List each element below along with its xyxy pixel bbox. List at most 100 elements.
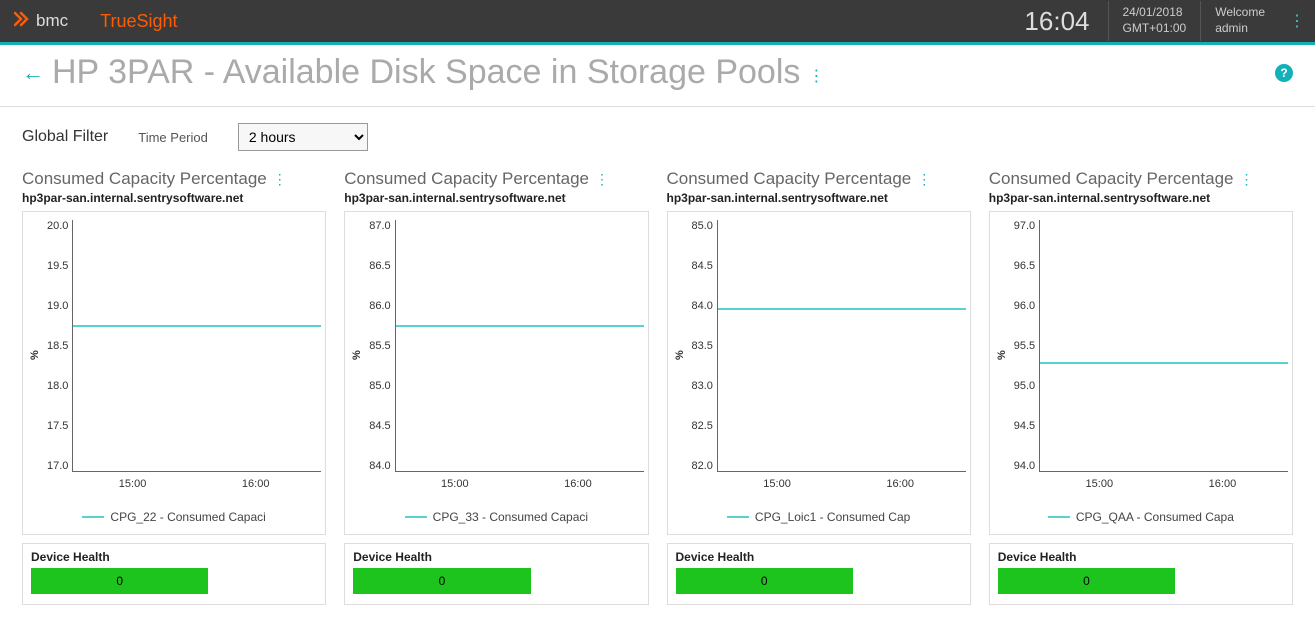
- series-line: [396, 325, 644, 327]
- date-cell: 24/01/2018 GMT+01:00: [1108, 1, 1201, 40]
- panel-menu-icon[interactable]: ⋮: [595, 171, 609, 188]
- chart-legend[interactable]: CPG_33 - Consumed Capaci: [349, 510, 643, 524]
- page-title: HP 3PAR - Available Disk Space in Storag…: [52, 53, 800, 92]
- x-tick: 16:00: [1209, 478, 1237, 490]
- legend-swatch-icon: [727, 516, 749, 518]
- plot-area[interactable]: [72, 220, 321, 472]
- y-tick: 82.0: [692, 460, 713, 472]
- chart-card: %20.019.519.018.518.017.517.015:0016:00C…: [22, 211, 326, 535]
- welcome-label: Welcome: [1215, 5, 1265, 21]
- panel: Consumed Capacity Percentage ⋮ hp3par-san.…: [344, 169, 648, 605]
- divider: [0, 106, 1315, 107]
- x-tick: 16:00: [242, 478, 270, 490]
- x-axis: 15:00 16:00: [1038, 478, 1284, 490]
- legend-label: CPG_QAA - Consumed Capa: [1076, 510, 1234, 524]
- y-tick: 19.5: [47, 260, 68, 272]
- health-label: Device Health: [998, 550, 1284, 564]
- panel-menu-icon[interactable]: ⋮: [273, 171, 287, 188]
- brand-text: bmc: [36, 11, 68, 31]
- y-tick: 17.0: [47, 460, 68, 472]
- chart-legend[interactable]: CPG_Loic1 - Consumed Cap: [672, 510, 966, 524]
- title-menu-icon[interactable]: ⋮: [808, 66, 824, 86]
- y-tick: 83.0: [692, 380, 713, 392]
- panel-menu-icon[interactable]: ⋮: [917, 171, 931, 188]
- user-cell[interactable]: Welcome admin: [1200, 1, 1279, 40]
- chart-card: %87.086.586.085.585.084.584.015:0016:00C…: [344, 211, 648, 535]
- y-tick: 18.5: [47, 340, 68, 352]
- health-bar[interactable]: 0: [998, 568, 1175, 594]
- y-tick: 85.0: [369, 380, 390, 392]
- date-value: 24/01/2018: [1123, 5, 1187, 21]
- chart-body[interactable]: %20.019.519.018.518.017.517.015:0016:00: [27, 220, 321, 490]
- y-tick: 17.5: [47, 420, 68, 432]
- panel-title: Consumed Capacity Percentage: [667, 169, 912, 189]
- series-line: [73, 325, 321, 327]
- y-tick: 87.0: [369, 220, 390, 232]
- panel: Consumed Capacity Percentage⋮ hp3par-san.…: [22, 169, 326, 605]
- health-card: Device Health 0: [989, 543, 1293, 605]
- y-axis-label: %: [27, 220, 43, 490]
- y-axis-label: %: [349, 220, 365, 490]
- panel-host: hp3par-san.internal.sentrysoftware.net: [344, 191, 648, 205]
- global-filter-label: Global Filter: [22, 128, 108, 146]
- user-name: admin: [1215, 21, 1265, 37]
- clock: 16:04: [1006, 6, 1107, 37]
- chart-legend[interactable]: CPG_22 - Consumed Capaci: [27, 510, 321, 524]
- legend-label: CPG_33 - Consumed Capaci: [433, 510, 588, 524]
- panel: Consumed Capacity Percentage⋮ hp3par-san.…: [989, 169, 1293, 605]
- time-period-label: Time Period: [138, 130, 208, 145]
- time-period-select[interactable]: 2 hours: [238, 123, 368, 151]
- health-label: Device Health: [676, 550, 962, 564]
- y-tick: 86.5: [369, 260, 390, 272]
- y-tick: 86.0: [369, 300, 390, 312]
- y-tick: 82.5: [692, 420, 713, 432]
- y-axis: 97.096.596.095.595.094.594.0: [1010, 220, 1039, 490]
- plot-area[interactable]: [1039, 220, 1288, 472]
- panel-header: Consumed Capacity Percentage ⋮: [344, 169, 648, 189]
- header-menu-icon[interactable]: ⋮: [1279, 11, 1315, 31]
- panel-header: Consumed Capacity Percentage ⋮: [667, 169, 971, 189]
- product-name[interactable]: TrueSight: [82, 11, 195, 32]
- panel-header: Consumed Capacity Percentage⋮: [989, 169, 1293, 189]
- y-tick: 83.5: [692, 340, 713, 352]
- chart-legend[interactable]: CPG_QAA - Consumed Capa: [994, 510, 1288, 524]
- x-tick: 16:00: [564, 478, 592, 490]
- top-bar: bmc TrueSight 16:04 24/01/2018 GMT+01:00…: [0, 0, 1315, 42]
- back-arrow-icon[interactable]: ←: [22, 60, 44, 86]
- y-tick: 94.5: [1014, 420, 1035, 432]
- chart-body[interactable]: %87.086.586.085.585.084.584.015:0016:00: [349, 220, 643, 490]
- panel-header: Consumed Capacity Percentage⋮: [22, 169, 326, 189]
- panel-host: hp3par-san.internal.sentrysoftware.net: [22, 191, 326, 205]
- x-axis: 15:0016:00: [716, 478, 962, 490]
- plot-area[interactable]: [717, 220, 966, 472]
- x-tick: 16:00: [886, 478, 914, 490]
- y-tick: 96.0: [1014, 300, 1035, 312]
- y-tick: 85.0: [692, 220, 713, 232]
- title-row: ← HP 3PAR - Available Disk Space in Stor…: [0, 45, 1315, 106]
- health-label: Device Health: [353, 550, 639, 564]
- chart-body[interactable]: %85.084.584.083.583.082.582.015:0016:00: [672, 220, 966, 490]
- x-axis: 15:0016:00: [393, 478, 639, 490]
- brand-logo[interactable]: bmc: [0, 11, 82, 32]
- y-tick: 95.5: [1014, 340, 1035, 352]
- y-axis-label: %: [994, 220, 1010, 490]
- x-tick: 15:00: [1086, 478, 1114, 490]
- series-line: [1040, 362, 1288, 364]
- panel-title: Consumed Capacity Percentage: [344, 169, 589, 189]
- y-tick: 84.5: [369, 420, 390, 432]
- health-bar[interactable]: 0: [31, 568, 208, 594]
- legend-label: CPG_22 - Consumed Capaci: [110, 510, 265, 524]
- panels-container: Consumed Capacity Percentage ⋮ hp3par-san.…: [0, 169, 1315, 625]
- health-bar[interactable]: 0: [676, 568, 853, 594]
- filter-row: Global Filter Time Period 2 hours: [0, 117, 1315, 169]
- health-card: Device Health0: [22, 543, 326, 605]
- chart-body[interactable]: %97.096.596.095.595.094.594.015:0016:00: [994, 220, 1288, 490]
- panel-host: hp3par-san.internal.sentrysoftware.net: [989, 191, 1293, 205]
- x-tick: 15:00: [119, 478, 147, 490]
- health-bar[interactable]: 0: [353, 568, 530, 594]
- panel-menu-icon[interactable]: ⋮: [1240, 171, 1254, 188]
- plot-area[interactable]: [395, 220, 644, 472]
- help-icon[interactable]: ?: [1275, 64, 1293, 82]
- legend-swatch-icon: [82, 516, 104, 518]
- series-line: [718, 308, 966, 310]
